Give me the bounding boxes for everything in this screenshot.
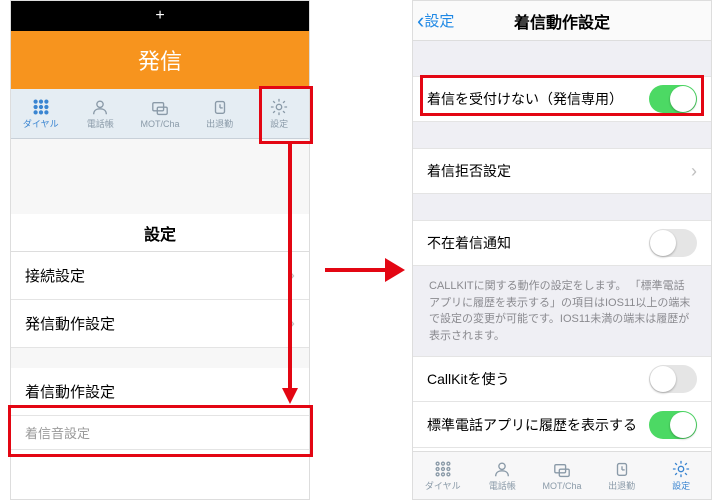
row-show-history[interactable]: 標準電話アプリに履歴を表示する bbox=[413, 402, 711, 448]
reject-incoming-label: 着信を受付けない（発信専用） bbox=[427, 89, 623, 109]
page-title: 着信動作設定 bbox=[413, 9, 711, 33]
call-button-label: 発信 bbox=[138, 44, 182, 76]
tab-dial-r-label: ダイヤル bbox=[425, 479, 461, 492]
show-history-switch[interactable] bbox=[649, 411, 697, 439]
chevron-left-icon: ‹ bbox=[417, 8, 424, 34]
arrow-right bbox=[325, 255, 405, 285]
left-blackbar: + bbox=[11, 1, 309, 31]
row-outgoing-label: 発信動作設定 bbox=[25, 313, 115, 334]
missed-notify-label: 不在着信通知 bbox=[427, 233, 511, 253]
attendance-icon bbox=[209, 97, 231, 117]
tab-dial[interactable]: ダイヤル bbox=[11, 89, 71, 138]
tab-attendance-r-label: 出退勤 bbox=[608, 479, 635, 492]
tab-dial-label: ダイヤル bbox=[23, 117, 59, 130]
row-outgoing[interactable]: 発信動作設定 › bbox=[11, 300, 309, 348]
tab-contacts[interactable]: 電話帳 bbox=[71, 89, 131, 138]
plus-icon: + bbox=[155, 7, 164, 25]
back-label: 設定 bbox=[424, 10, 454, 31]
gap bbox=[413, 41, 711, 76]
gap bbox=[11, 348, 309, 368]
tab-attendance-r[interactable]: 出退勤 bbox=[592, 452, 652, 499]
row-reject-incoming[interactable]: 着信を受付けない（発信専用） bbox=[413, 76, 711, 122]
tab-contacts-label: 電話帳 bbox=[87, 117, 114, 130]
row-ringtone-label: 着信音設定 bbox=[25, 423, 90, 442]
tab-motcha[interactable]: MOT/Cha bbox=[130, 89, 190, 138]
left-phone: + 発信 ダイヤル 電話帳 MOT/Cha 出退勤 bbox=[10, 0, 310, 500]
tab-contacts-r-label: 電話帳 bbox=[489, 479, 516, 492]
row-callkit[interactable]: CallKitを使う bbox=[413, 356, 711, 402]
tab-settings-r-label: 設定 bbox=[672, 479, 690, 492]
attendance-icon bbox=[611, 459, 633, 479]
gear-icon bbox=[268, 97, 290, 117]
tab-settings-r[interactable]: 設定 bbox=[651, 452, 711, 499]
row-incoming[interactable]: 着信動作設定 › bbox=[11, 368, 309, 416]
tab-attendance[interactable]: 出退勤 bbox=[190, 89, 250, 138]
right-tabbar: ダイヤル 電話帳 MOT/Cha 出退勤 設定 bbox=[413, 451, 711, 499]
row-connection[interactable]: 接続設定 › bbox=[11, 252, 309, 300]
row-ringtone: 着信音設定 bbox=[11, 416, 309, 450]
tab-attendance-label: 出退勤 bbox=[206, 117, 233, 130]
dial-icon bbox=[432, 459, 454, 479]
row-incoming-label: 着信動作設定 bbox=[25, 381, 115, 402]
contacts-icon bbox=[491, 459, 513, 479]
callkit-switch[interactable] bbox=[649, 365, 697, 393]
arrow-down bbox=[280, 144, 300, 404]
tab-dial-r[interactable]: ダイヤル bbox=[413, 452, 473, 499]
chat-icon bbox=[149, 99, 171, 119]
show-history-label: 標準電話アプリに履歴を表示する bbox=[427, 415, 637, 435]
tab-motcha-r-label: MOT/Cha bbox=[542, 481, 581, 491]
row-missed-notify[interactable]: 不在着信通知 bbox=[413, 220, 711, 266]
gear-icon bbox=[670, 459, 692, 479]
call-button[interactable]: 発信 bbox=[11, 31, 309, 89]
tab-settings-label: 設定 bbox=[270, 117, 288, 130]
tab-motcha-label: MOT/Cha bbox=[140, 119, 179, 129]
gap bbox=[413, 122, 711, 148]
tab-settings[interactable]: 設定 bbox=[249, 89, 309, 138]
chat-icon bbox=[551, 461, 573, 481]
contacts-icon bbox=[89, 97, 111, 117]
reject-settings-label: 着信拒否設定 bbox=[427, 161, 511, 181]
settings-section-title-text: 設定 bbox=[144, 221, 176, 245]
back-button[interactable]: ‹ 設定 bbox=[413, 8, 454, 34]
tab-motcha-r[interactable]: MOT/Cha bbox=[532, 452, 592, 499]
right-header: ‹ 設定 着信動作設定 bbox=[413, 1, 711, 41]
reject-incoming-switch[interactable] bbox=[649, 85, 697, 113]
right-phone: ‹ 設定 着信動作設定 着信を受付けない（発信専用） 着信拒否設定 › 不在着信… bbox=[412, 0, 712, 500]
dial-icon bbox=[30, 97, 52, 117]
row-reject-settings[interactable]: 着信拒否設定 › bbox=[413, 148, 711, 194]
missed-notify-switch[interactable] bbox=[649, 229, 697, 257]
chevron-right-icon: › bbox=[691, 161, 697, 182]
row-connection-label: 接続設定 bbox=[25, 265, 85, 286]
gap bbox=[413, 194, 711, 220]
left-tabbar: ダイヤル 電話帳 MOT/Cha 出退勤 設定 bbox=[11, 89, 309, 139]
callkit-note: CALLKITに関する動作の設定をします。 「標準電話アプリに履歴を表示する」の… bbox=[413, 266, 711, 356]
settings-section-title: 設定 bbox=[11, 214, 309, 252]
left-spacer bbox=[11, 139, 309, 214]
callkit-label: CallKitを使う bbox=[427, 369, 509, 389]
tab-contacts-r[interactable]: 電話帳 bbox=[473, 452, 533, 499]
